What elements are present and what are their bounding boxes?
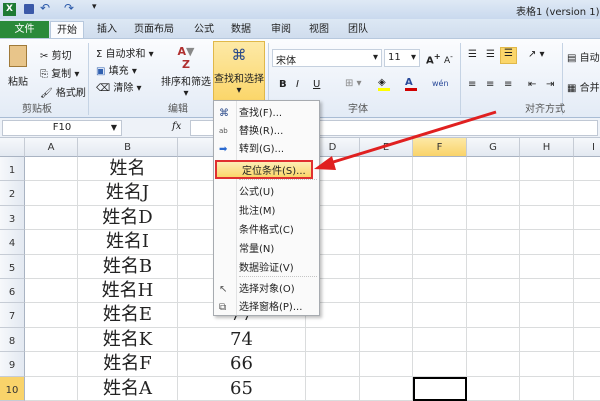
- annotation-arrow: [314, 110, 497, 170]
